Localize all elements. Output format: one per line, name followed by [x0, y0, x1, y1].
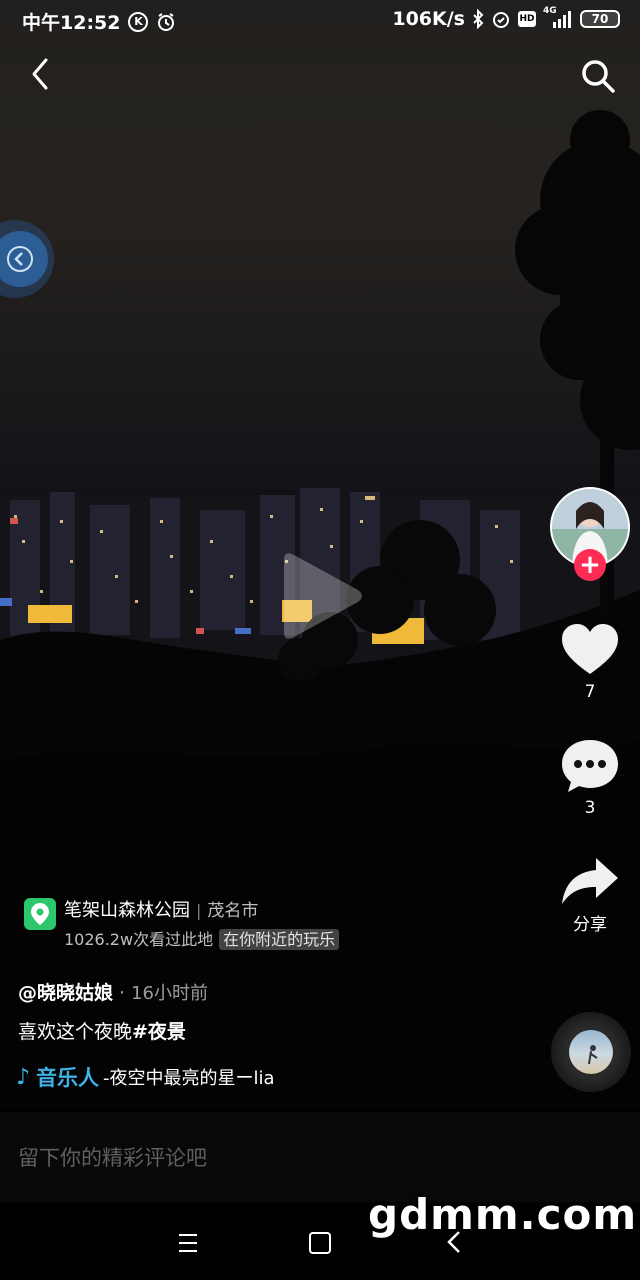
- comment-button[interactable]: 3: [550, 738, 630, 818]
- back-button[interactable]: [20, 56, 60, 96]
- chevron-left-icon: [32, 58, 48, 90]
- like-button[interactable]: 7: [550, 622, 630, 702]
- like-count: 7: [584, 682, 596, 702]
- alarm-icon-2: [491, 9, 511, 29]
- video-caption: 喜欢这个夜晚#夜景: [18, 1017, 186, 1044]
- music-note-icon: ♪: [16, 1064, 31, 1090]
- hashtag-link[interactable]: #夜景: [132, 1021, 186, 1043]
- music-info[interactable]: ♪ 音乐人 -夜空中最亮的星ーlia: [16, 1062, 275, 1092]
- author-name[interactable]: @晓晓姑娘: [18, 982, 113, 1004]
- bluetooth-icon: [472, 9, 484, 29]
- share-button[interactable]: 分享: [550, 856, 630, 935]
- play-button[interactable]: [276, 548, 366, 644]
- music-disc[interactable]: [551, 1012, 631, 1092]
- location-pin-icon: [24, 898, 56, 930]
- post-time: 16小时前: [131, 983, 208, 1004]
- k-app-icon: K: [128, 11, 149, 32]
- hd-icon: HD: [518, 11, 536, 27]
- poi-name[interactable]: 笔架山森林公园: [64, 900, 190, 921]
- search-icon: [582, 60, 615, 93]
- poi-divider: |: [196, 901, 202, 920]
- poi-city: 茂名市: [207, 901, 259, 921]
- play-icon: [284, 553, 362, 639]
- author-line: @晓晓姑娘 · 16小时前: [18, 978, 208, 1005]
- signal-icon: 4G: [543, 6, 573, 28]
- poi-badge: 在你附近的玩乐: [219, 929, 340, 950]
- comment-count: 3: [584, 798, 596, 818]
- status-bar: 中午12:52 K 106K/s HD 4G 70: [0, 0, 640, 40]
- network-type: 4G: [543, 6, 557, 16]
- music-artist[interactable]: 音乐人: [36, 1062, 99, 1092]
- location-tag[interactable]: 笔架山森林公园 | 茂名市 1026.2w次看过此地 在你附近的玩乐: [24, 896, 340, 950]
- comment-bar: 留下你的精彩评论吧: [0, 1112, 640, 1202]
- home-button[interactable]: [309, 1232, 331, 1254]
- author-avatar-group[interactable]: +: [550, 487, 630, 581]
- music-cover: [569, 1030, 613, 1074]
- heart-icon: [562, 624, 618, 674]
- status-time: 中午12:52: [22, 12, 121, 34]
- search-button[interactable]: [580, 58, 618, 96]
- separator-dot: ·: [119, 982, 126, 1004]
- net-speed: 106K/s: [392, 8, 465, 30]
- comment-bubble-icon: [562, 740, 618, 792]
- music-title: -夜空中最亮的星ーlia: [103, 1068, 275, 1089]
- share-label: 分享: [573, 915, 607, 935]
- collapse-arrow-icon: [7, 246, 33, 272]
- watermark: gdmm.com: [368, 1190, 638, 1239]
- battery-icon: 70: [580, 10, 620, 28]
- caption-text: 喜欢这个夜晚: [18, 1021, 133, 1043]
- music-cover-image: [588, 1045, 598, 1065]
- plus-icon: +: [579, 550, 601, 580]
- menu-icon[interactable]: [172, 1232, 204, 1254]
- alarm-icon: [156, 12, 176, 32]
- comment-input[interactable]: 留下你的精彩评论吧: [18, 1142, 207, 1172]
- follow-button[interactable]: +: [574, 549, 606, 581]
- share-arrow-icon: [562, 858, 618, 904]
- poi-views: 1026.2w次看过此地: [64, 930, 214, 949]
